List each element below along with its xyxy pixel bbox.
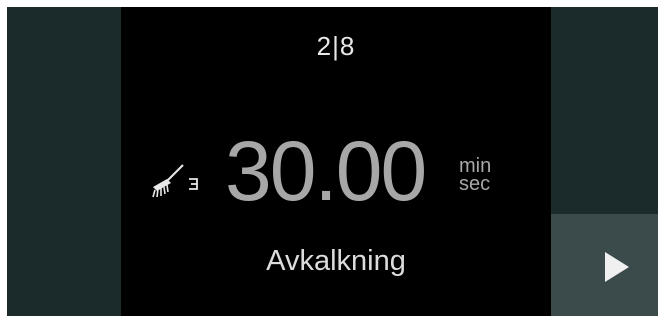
right-side-panel — [551, 7, 658, 214]
descaling-brush-icon — [147, 159, 207, 206]
play-triangle-icon — [605, 252, 629, 282]
step-counter: 2|8 — [121, 31, 551, 62]
step-separator: | — [332, 31, 340, 61]
main-panel: 2|8 30.00 min sec Avkalkning — [121, 7, 551, 316]
appliance-display: 2|8 30.00 min sec Avkalkning — [7, 7, 658, 316]
left-side-panel — [7, 7, 121, 316]
timer-value: 30.00 — [225, 124, 427, 218]
next-button[interactable] — [551, 214, 658, 316]
timer-unit: min sec — [459, 156, 491, 195]
program-name: Avkalkning — [266, 245, 406, 277]
timer-unit-seconds: sec — [459, 173, 491, 195]
step-total: 8 — [339, 31, 356, 61]
step-current: 2 — [316, 31, 333, 61]
